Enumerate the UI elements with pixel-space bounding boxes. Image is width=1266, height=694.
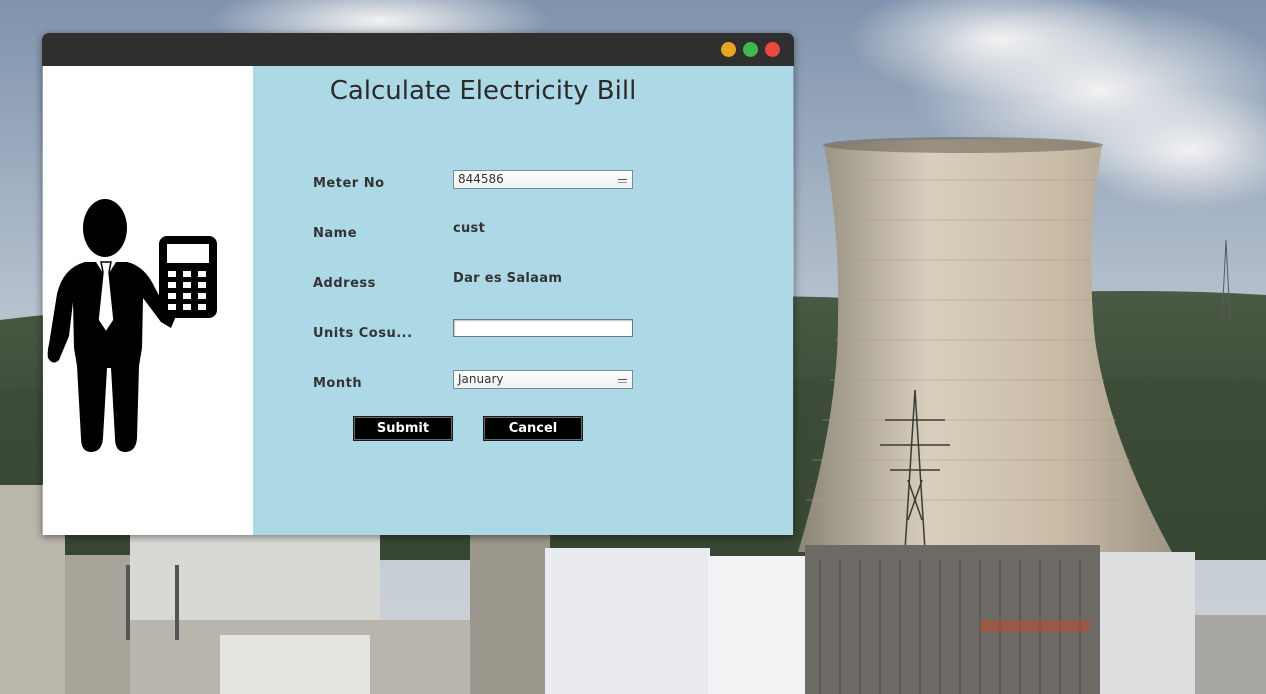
- units-consumed-input[interactable]: [453, 319, 633, 337]
- page-title-text: Calculate Electricity Bill: [329, 76, 637, 106]
- close-button[interactable]: [765, 42, 780, 57]
- month-label: Month: [313, 376, 363, 391]
- window-titlebar[interactable]: [42, 33, 794, 66]
- address-label: Address: [313, 276, 376, 291]
- meter-no-selected-value: 844586: [458, 172, 504, 186]
- minimize-button[interactable]: [721, 42, 736, 57]
- bill-form: Calculate Electricity Bill Meter No 8445…: [253, 66, 793, 535]
- month-select[interactable]: January: [453, 370, 633, 389]
- dropdown-arrow-icon[interactable]: [617, 174, 629, 184]
- maximize-button[interactable]: [743, 42, 758, 57]
- page-title: Calculate Electricity Bill: [253, 76, 713, 106]
- name-value: cust: [453, 221, 486, 236]
- dropdown-arrow-icon[interactable]: [617, 374, 629, 384]
- cancel-button[interactable]: Cancel: [483, 416, 583, 441]
- window-content: Calculate Electricity Bill Meter No 8445…: [43, 66, 793, 535]
- meter-no-select[interactable]: 844586: [453, 170, 633, 189]
- calculate-bill-window: Calculate Electricity Bill Meter No 8445…: [42, 33, 794, 535]
- name-label: Name: [313, 226, 358, 241]
- address-value: Dar es Salaam: [453, 271, 563, 286]
- month-selected-value: January: [458, 372, 504, 386]
- submit-button[interactable]: Submit: [353, 416, 453, 441]
- units-consumed-label: Units Cosu...: [313, 326, 413, 341]
- businessman-with-calculator-icon: [47, 199, 217, 452]
- meter-no-label: Meter No: [313, 176, 385, 191]
- illustration-panel: [43, 66, 253, 535]
